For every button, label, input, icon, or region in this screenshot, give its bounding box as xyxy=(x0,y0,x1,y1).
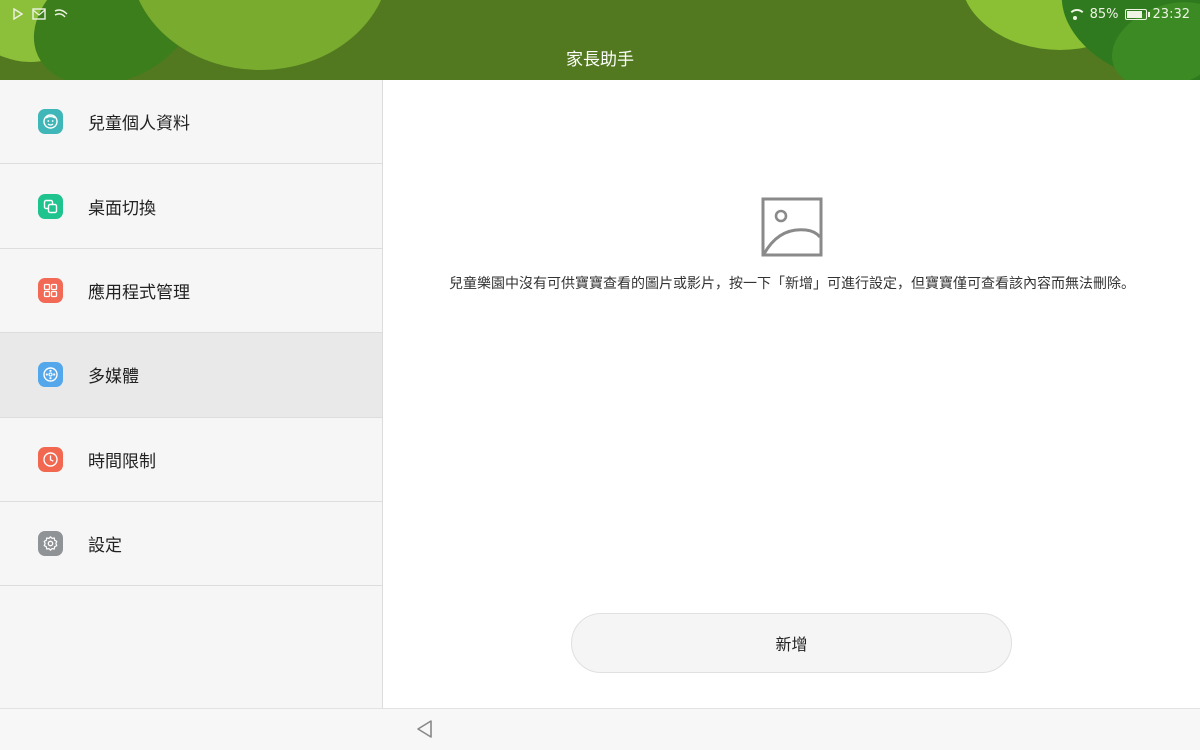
image-placeholder-icon xyxy=(761,197,823,257)
sidebar-item-label: 應用程式管理 xyxy=(88,282,190,303)
child-profile-icon xyxy=(38,109,63,135)
sidebar-item-label: 桌面切換 xyxy=(88,198,156,219)
battery-percent: 85% xyxy=(1089,7,1119,22)
battery-icon xyxy=(1124,9,1150,20)
sidebar-item-multimedia[interactable]: 多媒體 xyxy=(0,333,382,418)
status-bar-right: 85% 23:32 xyxy=(1067,7,1190,22)
back-triangle-icon[interactable] xyxy=(414,718,436,740)
page-title: 家長助手 xyxy=(566,50,634,70)
add-button[interactable]: 新增 xyxy=(571,613,1012,673)
multimedia-icon xyxy=(38,362,63,388)
sidebar-item-label: 兒童個人資料 xyxy=(88,114,190,135)
status-bar-left xyxy=(12,8,68,20)
status-time: 23:32 xyxy=(1152,7,1190,22)
sidebar: 兒童個人資料 桌面切換 應用程式管理 多媒體 時間限制 設定 xyxy=(0,80,383,708)
play-store-icon xyxy=(13,8,24,20)
app-management-icon xyxy=(38,277,63,303)
sidebar-item-label: 多媒體 xyxy=(88,367,139,388)
sidebar-item-app-management[interactable]: 應用程式管理 xyxy=(0,249,382,334)
sidebar-item-label: 設定 xyxy=(88,536,122,557)
battery-fill xyxy=(1126,11,1142,18)
multimedia-panel: 兒童樂園中沒有可供寶寶查看的圖片或影片，按一下「新增」可進行設定，但寶寶僅可查看… xyxy=(384,80,1200,708)
navigation-bar xyxy=(0,708,1200,750)
sidebar-item-settings[interactable]: 設定 xyxy=(0,502,382,587)
mail-icon xyxy=(32,8,46,20)
swipe-icon xyxy=(54,9,68,18)
settings-gear-icon xyxy=(38,531,63,557)
sidebar-item-desktop-switch[interactable]: 桌面切換 xyxy=(0,164,382,249)
wifi-icon xyxy=(1067,8,1086,21)
empty-state-message: 兒童樂園中沒有可供寶寶查看的圖片或影片，按一下「新增」可進行設定，但寶寶僅可查看… xyxy=(449,276,1135,292)
sidebar-item-time-limit[interactable]: 時間限制 xyxy=(0,418,382,502)
sidebar-item-child-profile[interactable]: 兒童個人資料 xyxy=(0,80,382,165)
desktop-switch-icon xyxy=(38,193,63,219)
sidebar-item-label: 時間限制 xyxy=(88,451,156,472)
clock-icon xyxy=(38,446,63,472)
app-header: 85% 23:32 家長助手 xyxy=(0,0,1200,80)
